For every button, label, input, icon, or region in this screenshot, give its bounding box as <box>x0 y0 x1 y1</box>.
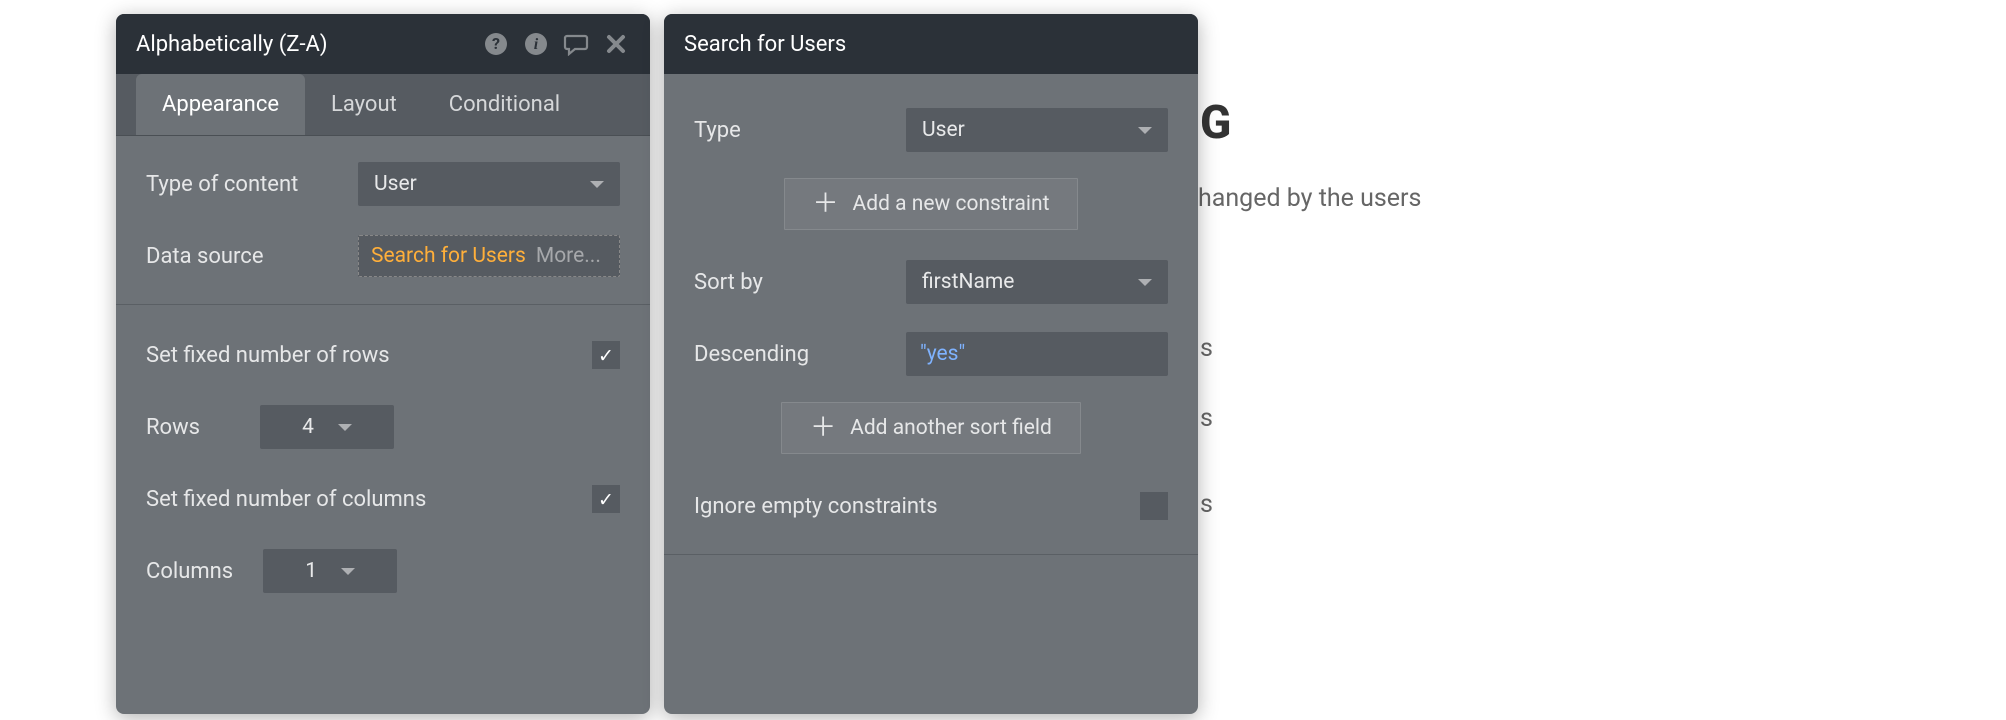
tab-label: Conditional <box>449 92 560 117</box>
info-icon[interactable]: i <box>522 30 550 58</box>
panel-title: Alphabetically (Z-A) <box>136 32 328 57</box>
field-label: Data source <box>146 244 264 269</box>
comment-icon[interactable] <box>562 30 590 58</box>
bg-text: hanged by the users <box>1198 184 1421 213</box>
field-descending: Descending "yes" <box>694 330 1168 378</box>
divider <box>664 554 1198 555</box>
tabs: Appearance Layout Conditional <box>116 74 650 136</box>
field-label: Rows <box>146 415 200 440</box>
field-fixed-cols: Set fixed number of columns ✓ <box>146 475 620 523</box>
ignore-empty-checkbox[interactable]: ✓ <box>1140 492 1168 520</box>
select-value: 4 <box>302 415 314 439</box>
field-rows: Rows 4 <box>146 403 620 451</box>
data-source-more: More... <box>536 244 601 268</box>
field-type: Type User <box>694 106 1168 154</box>
plus-icon: ＋ <box>810 415 836 441</box>
add-constraint-button[interactable]: ＋ Add a new constraint <box>784 178 1079 230</box>
header-icons: ? i <box>482 30 630 58</box>
field-sort-by: Sort by firstName <box>694 258 1168 306</box>
tab-label: Appearance <box>162 92 279 117</box>
add-constraint-row: ＋ Add a new constraint <box>694 178 1168 230</box>
field-label: Set fixed number of columns <box>146 487 426 512</box>
fixed-cols-checkbox[interactable]: ✓ <box>592 485 620 513</box>
select-value: User <box>922 118 965 142</box>
field-label: Type <box>694 118 741 143</box>
field-type-of-content: Type of content User <box>146 160 620 208</box>
select-value: User <box>374 172 417 196</box>
select-value: firstName <box>922 270 1014 294</box>
panel-body: Type of content User Data source Search … <box>116 136 650 643</box>
tab-layout[interactable]: Layout <box>305 74 423 135</box>
divider <box>116 304 650 305</box>
panel-header: Alphabetically (Z-A) ? i <box>116 14 650 74</box>
chevron-down-icon <box>341 568 355 575</box>
input-value: "yes" <box>920 342 965 366</box>
data-source-value: Search for Users <box>371 244 526 268</box>
field-data-source: Data source Search for Users More... <box>146 232 620 280</box>
help-icon[interactable]: ? <box>482 30 510 58</box>
add-sort-row: ＋ Add another sort field <box>694 402 1168 454</box>
cols-select[interactable]: 1 <box>263 549 397 593</box>
field-label: Sort by <box>694 270 763 295</box>
close-icon[interactable] <box>602 30 630 58</box>
add-sort-button[interactable]: ＋ Add another sort field <box>781 402 1081 454</box>
chevron-down-icon <box>1138 127 1152 134</box>
field-label: Columns <box>146 559 233 584</box>
properties-panel: Alphabetically (Z-A) ? i Appearance Layo… <box>116 14 650 714</box>
field-label: Ignore empty constraints <box>694 494 938 519</box>
chevron-down-icon <box>1138 279 1152 286</box>
fixed-rows-checkbox[interactable]: ✓ <box>592 341 620 369</box>
button-label: Add another sort field <box>850 416 1052 440</box>
bg-text: s <box>1200 404 1213 433</box>
panel-body: Type User ＋ Add a new constraint Sort by… <box>664 74 1198 599</box>
tab-conditional[interactable]: Conditional <box>423 74 586 135</box>
field-label: Type of content <box>146 172 298 197</box>
plus-icon: ＋ <box>813 191 839 217</box>
type-of-content-select[interactable]: User <box>358 162 620 206</box>
sort-by-select[interactable]: firstName <box>906 260 1168 304</box>
field-fixed-rows: Set fixed number of rows ✓ <box>146 331 620 379</box>
field-label: Set fixed number of rows <box>146 343 390 368</box>
bg-text: s <box>1200 490 1213 519</box>
field-ignore-empty: Ignore empty constraints ✓ <box>694 482 1168 530</box>
descending-input[interactable]: "yes" <box>906 332 1168 376</box>
field-cols: Columns 1 <box>146 547 620 595</box>
chevron-down-icon <box>590 181 604 188</box>
tab-label: Layout <box>331 92 397 117</box>
select-value: 1 <box>305 559 317 583</box>
field-label: Descending <box>694 342 809 367</box>
svg-text:?: ? <box>492 34 500 53</box>
svg-text:i: i <box>534 36 539 53</box>
bg-text: s <box>1200 334 1213 363</box>
search-panel: Search for Users Type User ＋ Add a new c… <box>664 14 1198 714</box>
rows-select[interactable]: 4 <box>260 405 394 449</box>
chevron-down-icon <box>338 424 352 431</box>
type-select[interactable]: User <box>906 108 1168 152</box>
tab-appearance[interactable]: Appearance <box>136 74 305 135</box>
button-label: Add a new constraint <box>853 192 1050 216</box>
panel-title: Search for Users <box>684 32 846 57</box>
data-source-input[interactable]: Search for Users More... <box>358 235 620 277</box>
bg-text: G <box>1200 96 1231 150</box>
panel-header: Search for Users <box>664 14 1198 74</box>
